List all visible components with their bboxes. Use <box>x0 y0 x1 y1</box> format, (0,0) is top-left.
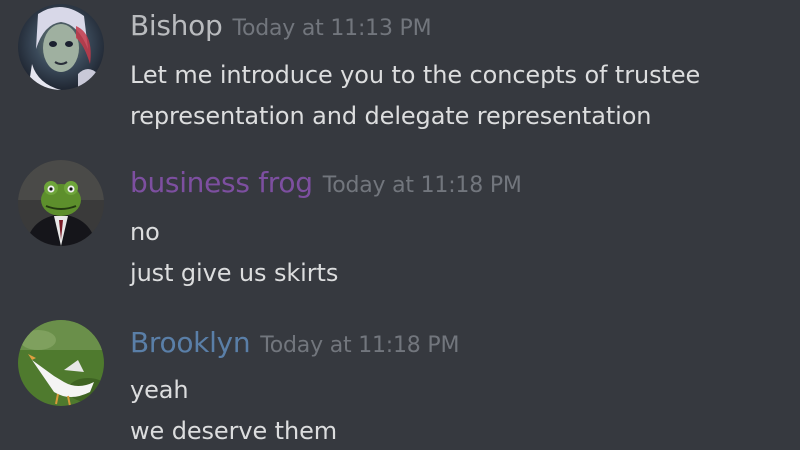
username[interactable]: business frog <box>130 166 313 199</box>
message-text-line: we deserve them <box>130 417 338 445</box>
portrait-avatar-icon[interactable] <box>18 4 104 90</box>
message-text-line: Let me introduce you to the concepts of … <box>130 61 701 89</box>
timestamp: Today at 11:18 PM <box>322 173 522 198</box>
message-text-line: just give us skirts <box>130 259 339 287</box>
message-header: Brooklyn Today at 11:18 PM <box>130 326 459 359</box>
username[interactable]: Bishop <box>130 9 223 42</box>
message-header: Bishop Today at 11:13 PM <box>130 9 432 42</box>
message-business-frog: business frog Today at 11:18 PM no just g… <box>0 160 800 320</box>
message-header: business frog Today at 11:18 PM <box>130 166 522 199</box>
message-text-line: no <box>130 218 160 246</box>
message-bishop: Bishop Today at 11:13 PM Let me introduce… <box>0 0 800 160</box>
message-text-line: representation and delegate representati… <box>130 102 652 130</box>
username[interactable]: Brooklyn <box>130 326 251 359</box>
timestamp: Today at 11:13 PM <box>232 16 432 41</box>
frog-in-suit-avatar-icon[interactable] <box>18 160 104 246</box>
message-text-line: yeah <box>130 376 189 404</box>
message-brooklyn: Brooklyn Today at 11:18 PM yeah we deserv… <box>0 320 800 450</box>
white-goose-avatar-icon[interactable] <box>18 320 104 406</box>
timestamp: Today at 11:18 PM <box>260 333 460 358</box>
